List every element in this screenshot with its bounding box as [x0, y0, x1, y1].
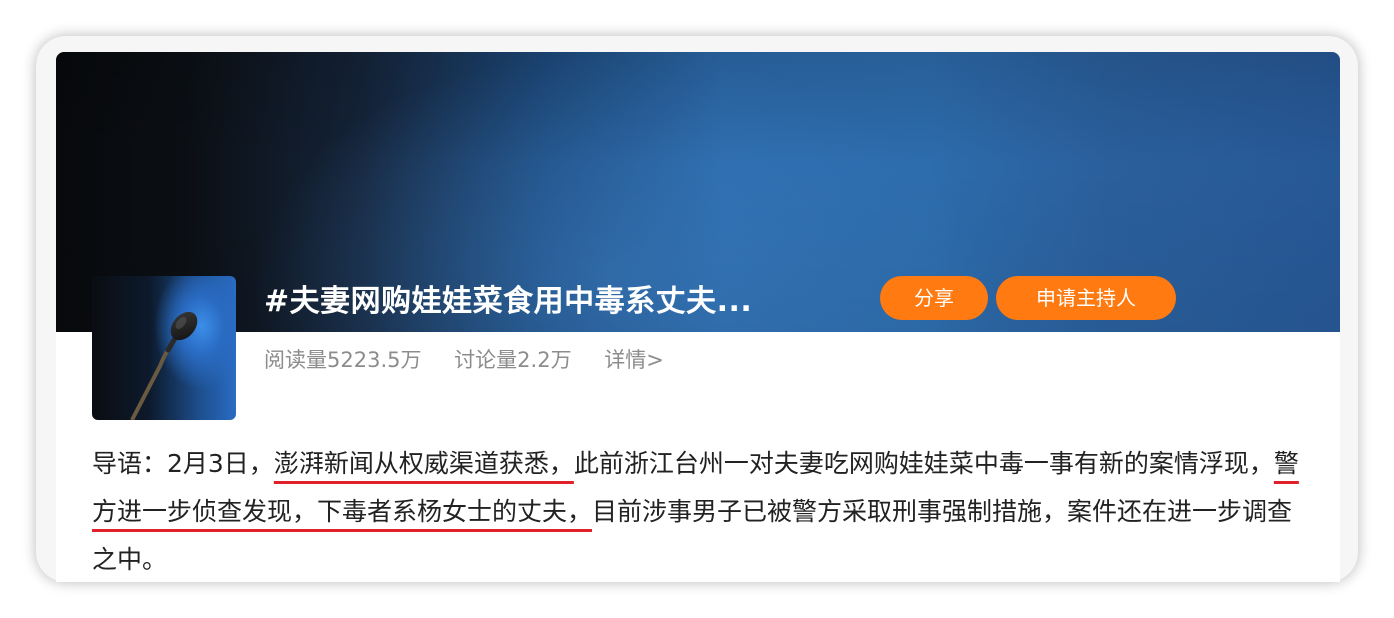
intro-text-2: 此前浙江台州一对夫妻吃网购娃娃菜中毒一事有新的案情浮现，: [573, 449, 1274, 478]
topic-intro: 导语：2月3日，澎湃新闻从权威渠道获悉，此前浙江台州一对夫妻吃网购娃娃菜中毒一事…: [92, 440, 1312, 582]
intro-text-1: 导语：2月3日，: [92, 449, 274, 478]
share-button[interactable]: 分享: [880, 276, 988, 320]
topic-stats: 阅读量5223.5万 讨论量2.2万 详情>: [264, 344, 690, 376]
topic-card: #夫妻网购娃娃菜食用中毒系丈夫... 分享 申请主持人 阅读量5223.5万 讨…: [56, 52, 1340, 582]
microphone-icon: [130, 311, 198, 420]
read-count: 阅读量5223.5万: [264, 348, 422, 372]
topic-thumbnail[interactable]: [92, 276, 236, 420]
intro-highlight-1: 澎湃新闻从权威渠道获悉，: [273, 449, 574, 478]
discussion-count: 讨论量2.2万: [454, 348, 572, 372]
apply-host-button[interactable]: 申请主持人: [996, 276, 1176, 320]
details-link[interactable]: 详情>: [604, 348, 664, 372]
topic-title: #夫妻网购娃娃菜食用中毒系丈夫...: [264, 284, 753, 319]
